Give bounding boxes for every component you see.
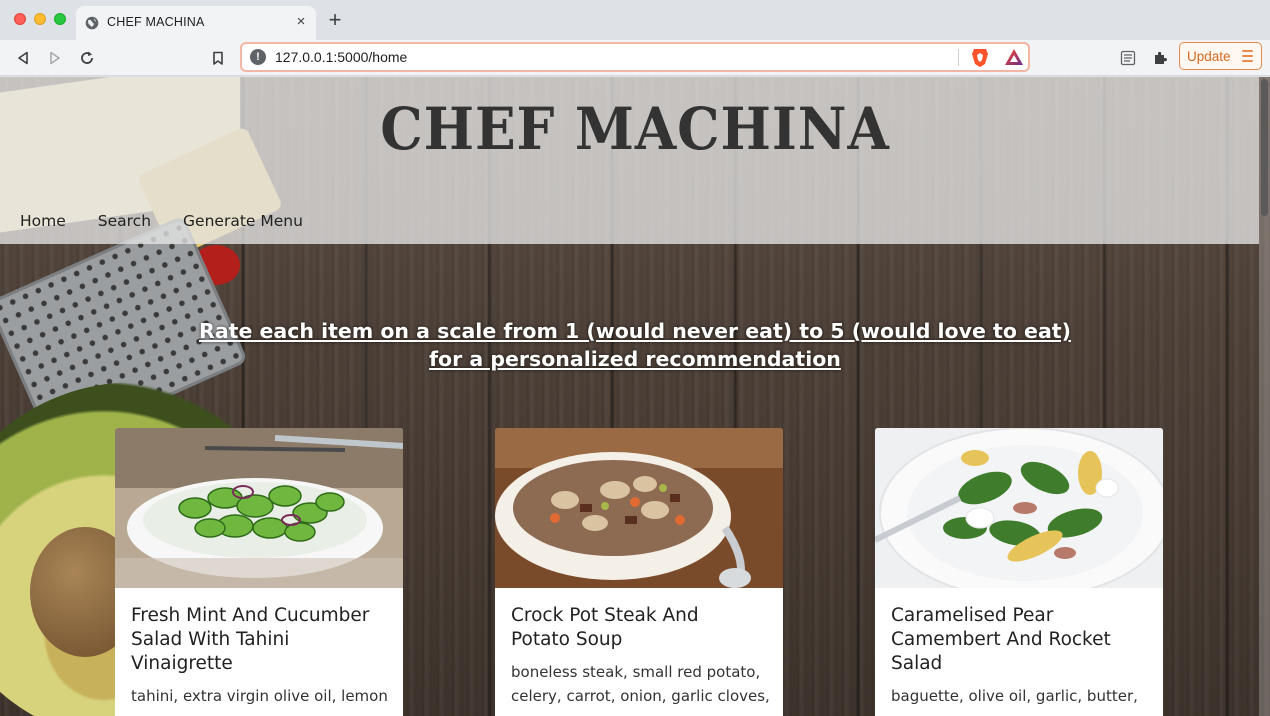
recipe-title: Crock Pot Steak And Potato Soup — [511, 605, 699, 650]
instructions-line-1: Rate each item on a scale from 1 (would … — [199, 319, 1071, 343]
main-nav: Home Search Generate Menu — [20, 212, 335, 230]
tab-bar: CHEF MACHINA × + — [0, 0, 1270, 40]
url-text[interactable]: 127.0.0.1:5000/home — [275, 49, 407, 65]
browser-tab[interactable]: CHEF MACHINA × — [76, 6, 316, 40]
address-bar[interactable]: ! 127.0.0.1:5000/home — [240, 42, 1030, 72]
minimize-window-button[interactable] — [34, 13, 46, 25]
nav-generate-menu-link[interactable]: Generate Menu — [183, 212, 303, 230]
browser-toolbar: ! 127.0.0.1:5000/home Update — [0, 40, 1270, 76]
bookmark-icon — [213, 51, 223, 65]
recipe-image-steak-potato-soup — [495, 428, 783, 588]
page-scrollbar[interactable] — [1259, 77, 1270, 716]
reload-button[interactable] — [75, 46, 99, 70]
new-tab-button[interactable]: + — [324, 9, 346, 31]
site-header: CHEF MACHINA Home Search Generate Menu — [0, 77, 1259, 244]
recipe-ingredients: baguette, olive oil, garlic, butter, — [891, 687, 1138, 705]
recipe-card[interactable]: Fresh Mint And Cucumber Salad With Tahin… — [115, 428, 403, 716]
brave-shield-icon[interactable] — [970, 47, 990, 69]
close-window-button[interactable] — [14, 13, 26, 25]
tab-title: CHEF MACHINA — [107, 15, 205, 29]
forward-button[interactable] — [43, 46, 67, 70]
recipe-card[interactable]: Crock Pot Steak And Potato Soup boneless… — [495, 428, 783, 716]
reload-icon — [81, 51, 93, 64]
update-label: Update — [1187, 49, 1231, 64]
rating-instructions: Rate each item on a scale from 1 (would … — [0, 317, 1270, 373]
recipe-title: Caramelised Pear Camembert And Rocket Sa… — [891, 605, 1111, 674]
recipe-title: Fresh Mint And Cucumber Salad With Tahin… — [131, 605, 370, 674]
nav-home-link[interactable]: Home — [20, 212, 66, 230]
recipe-image-pear-camembert-salad — [875, 428, 1163, 588]
site-title: CHEF MACHINA — [380, 95, 890, 163]
info-icon[interactable]: ! — [250, 49, 266, 65]
bookmark-button[interactable] — [206, 46, 230, 70]
instructions-line-2: for a personalized recommendation — [429, 347, 841, 371]
close-tab-button[interactable]: × — [292, 13, 310, 31]
back-icon — [18, 51, 28, 65]
recipe-card[interactable]: Caramelised Pear Camembert And Rocket Sa… — [875, 428, 1163, 716]
extensions-button[interactable] — [1148, 46, 1172, 70]
reader-mode-icon — [1120, 50, 1136, 66]
recipe-ingredients: boneless steak, small red potato, celery… — [511, 663, 770, 705]
scrollbar-thumb[interactable] — [1261, 79, 1268, 216]
nav-search-link[interactable]: Search — [98, 212, 151, 230]
recipe-image-cucumber-salad — [115, 428, 403, 588]
brave-rewards-icon[interactable] — [1004, 48, 1024, 67]
back-button[interactable] — [11, 46, 35, 70]
page-viewport: CHEF MACHINA Home Search Generate Menu R… — [0, 77, 1270, 716]
address-bar-divider — [958, 49, 959, 66]
forward-icon — [50, 51, 60, 65]
maximize-window-button[interactable] — [54, 13, 66, 25]
extensions-icon — [1155, 51, 1167, 64]
update-button[interactable]: Update — [1179, 42, 1262, 70]
menu-icon — [1242, 50, 1253, 65]
reader-mode-button[interactable] — [1116, 46, 1140, 70]
globe-icon — [85, 16, 99, 30]
recipe-ingredients: tahini, extra virgin olive oil, lemon — [131, 687, 388, 705]
